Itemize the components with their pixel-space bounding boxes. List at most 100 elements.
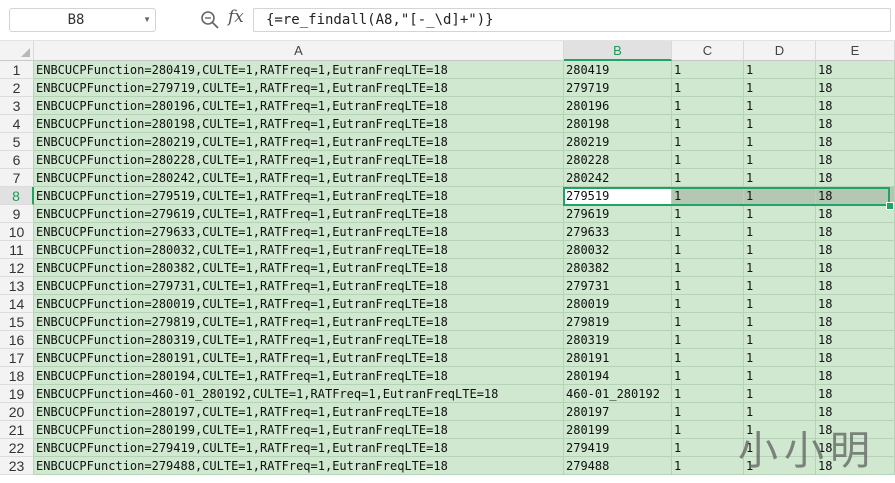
cell-b[interactable]: 280197	[564, 403, 672, 421]
cell-d[interactable]: 1	[744, 151, 816, 169]
cell-b[interactable]: 280199	[564, 421, 672, 439]
cell-e[interactable]: 18	[816, 331, 895, 349]
cell-e[interactable]: 18	[816, 151, 895, 169]
cell-b[interactable]: 280019	[564, 295, 672, 313]
row-header[interactable]: 5	[0, 133, 34, 151]
cell-d[interactable]: 1	[744, 313, 816, 331]
row-header[interactable]: 17	[0, 349, 34, 367]
cell-e[interactable]: 18	[816, 367, 895, 385]
cell-a[interactable]: ENBCUCPFunction=460-01_280192,CULTE=1,RA…	[34, 385, 564, 403]
cell-a[interactable]: ENBCUCPFunction=279488,CULTE=1,RATFreq=1…	[34, 457, 564, 475]
cell-a[interactable]: ENBCUCPFunction=280198,CULTE=1,RATFreq=1…	[34, 115, 564, 133]
cell-c[interactable]: 1	[672, 313, 744, 331]
cell-d[interactable]: 1	[744, 205, 816, 223]
cell-b[interactable]: 280196	[564, 97, 672, 115]
row-header[interactable]: 2	[0, 79, 34, 97]
cell-b[interactable]: 280382	[564, 259, 672, 277]
column-header-a[interactable]: A	[34, 41, 564, 61]
cell-a[interactable]: ENBCUCPFunction=280019,CULTE=1,RATFreq=1…	[34, 295, 564, 313]
cell-c[interactable]: 1	[672, 61, 744, 79]
cell-b[interactable]: 279819	[564, 313, 672, 331]
cell-a[interactable]: ENBCUCPFunction=279819,CULTE=1,RATFreq=1…	[34, 313, 564, 331]
column-header-c[interactable]: C	[672, 41, 744, 61]
cell-d[interactable]: 1	[744, 169, 816, 187]
row-header[interactable]: 21	[0, 421, 34, 439]
row-header[interactable]: 13	[0, 277, 34, 295]
cell-a[interactable]: ENBCUCPFunction=279633,CULTE=1,RATFreq=1…	[34, 223, 564, 241]
cell-c[interactable]: 1	[672, 295, 744, 313]
cell-b[interactable]: 279419	[564, 439, 672, 457]
cell-c[interactable]: 1	[672, 421, 744, 439]
cell-b[interactable]: 280242	[564, 169, 672, 187]
cell-b[interactable]: 460-01_280192	[564, 385, 672, 403]
cell-c[interactable]: 1	[672, 331, 744, 349]
cell-d[interactable]: 1	[744, 61, 816, 79]
row-header[interactable]: 8	[0, 187, 34, 205]
row-header[interactable]: 10	[0, 223, 34, 241]
cell-d[interactable]: 1	[744, 277, 816, 295]
cell-d[interactable]: 1	[744, 97, 816, 115]
cell-c[interactable]: 1	[672, 367, 744, 385]
cell-d[interactable]: 1	[744, 259, 816, 277]
row-header[interactable]: 14	[0, 295, 34, 313]
cell-a[interactable]: ENBCUCPFunction=280191,CULTE=1,RATFreq=1…	[34, 349, 564, 367]
cell-c[interactable]: 1	[672, 187, 744, 205]
cell-b[interactable]: 280032	[564, 241, 672, 259]
cell-d[interactable]: 1	[744, 367, 816, 385]
cell-b[interactable]: 279633	[564, 223, 672, 241]
cell-a[interactable]: ENBCUCPFunction=280382,CULTE=1,RATFreq=1…	[34, 259, 564, 277]
cell-e[interactable]: 18	[816, 385, 895, 403]
cell-a[interactable]: ENBCUCPFunction=280196,CULTE=1,RATFreq=1…	[34, 97, 564, 115]
cell-e[interactable]: 18	[816, 61, 895, 79]
cell-b[interactable]: 280198	[564, 115, 672, 133]
cell-e[interactable]: 18	[816, 79, 895, 97]
cell-b[interactable]: 280191	[564, 349, 672, 367]
cell-a[interactable]: ENBCUCPFunction=280032,CULTE=1,RATFreq=1…	[34, 241, 564, 259]
cell-e[interactable]: 18	[816, 169, 895, 187]
formula-input[interactable]: {=re_findall(A8,"[-_\d]+")}	[253, 8, 891, 32]
cell-c[interactable]: 1	[672, 151, 744, 169]
chevron-down-icon[interactable]: ▼	[143, 9, 151, 31]
cell-a[interactable]: ENBCUCPFunction=279719,CULTE=1,RATFreq=1…	[34, 79, 564, 97]
cell-e[interactable]: 18	[816, 115, 895, 133]
cell-c[interactable]: 1	[672, 133, 744, 151]
cell-b[interactable]: 279519	[564, 187, 672, 205]
cell-c[interactable]: 1	[672, 79, 744, 97]
row-header[interactable]: 18	[0, 367, 34, 385]
cell-b[interactable]: 280228	[564, 151, 672, 169]
cell-a[interactable]: ENBCUCPFunction=279731,CULTE=1,RATFreq=1…	[34, 277, 564, 295]
cell-e[interactable]: 18	[816, 205, 895, 223]
cell-c[interactable]: 1	[672, 385, 744, 403]
cell-c[interactable]: 1	[672, 457, 744, 475]
row-header[interactable]: 12	[0, 259, 34, 277]
cell-d[interactable]: 1	[744, 331, 816, 349]
cell-a[interactable]: ENBCUCPFunction=280419,CULTE=1,RATFreq=1…	[34, 61, 564, 79]
cell-d[interactable]: 1	[744, 187, 816, 205]
cell-d[interactable]: 1	[744, 349, 816, 367]
cell-c[interactable]: 1	[672, 349, 744, 367]
cell-e[interactable]: 18	[816, 223, 895, 241]
row-header[interactable]: 16	[0, 331, 34, 349]
fill-handle[interactable]	[886, 202, 894, 210]
row-header[interactable]: 20	[0, 403, 34, 421]
row-header[interactable]: 22	[0, 439, 34, 457]
row-header[interactable]: 9	[0, 205, 34, 223]
cell-e[interactable]: 18	[816, 349, 895, 367]
cell-a[interactable]: ENBCUCPFunction=280242,CULTE=1,RATFreq=1…	[34, 169, 564, 187]
cell-a[interactable]: ENBCUCPFunction=279519,CULTE=1,RATFreq=1…	[34, 187, 564, 205]
row-header[interactable]: 19	[0, 385, 34, 403]
cell-e[interactable]: 18	[816, 187, 895, 205]
column-header-d[interactable]: D	[744, 41, 816, 61]
row-header[interactable]: 6	[0, 151, 34, 169]
column-header-b[interactable]: B	[564, 41, 672, 61]
cell-a[interactable]: ENBCUCPFunction=280219,CULTE=1,RATFreq=1…	[34, 133, 564, 151]
cell-c[interactable]: 1	[672, 403, 744, 421]
cell-b[interactable]: 279488	[564, 457, 672, 475]
cell-c[interactable]: 1	[672, 241, 744, 259]
row-header[interactable]: 11	[0, 241, 34, 259]
cell-d[interactable]: 1	[744, 385, 816, 403]
cell-a[interactable]: ENBCUCPFunction=280199,CULTE=1,RATFreq=1…	[34, 421, 564, 439]
cell-b[interactable]: 280194	[564, 367, 672, 385]
cell-e[interactable]: 18	[816, 133, 895, 151]
row-header[interactable]: 1	[0, 61, 34, 79]
